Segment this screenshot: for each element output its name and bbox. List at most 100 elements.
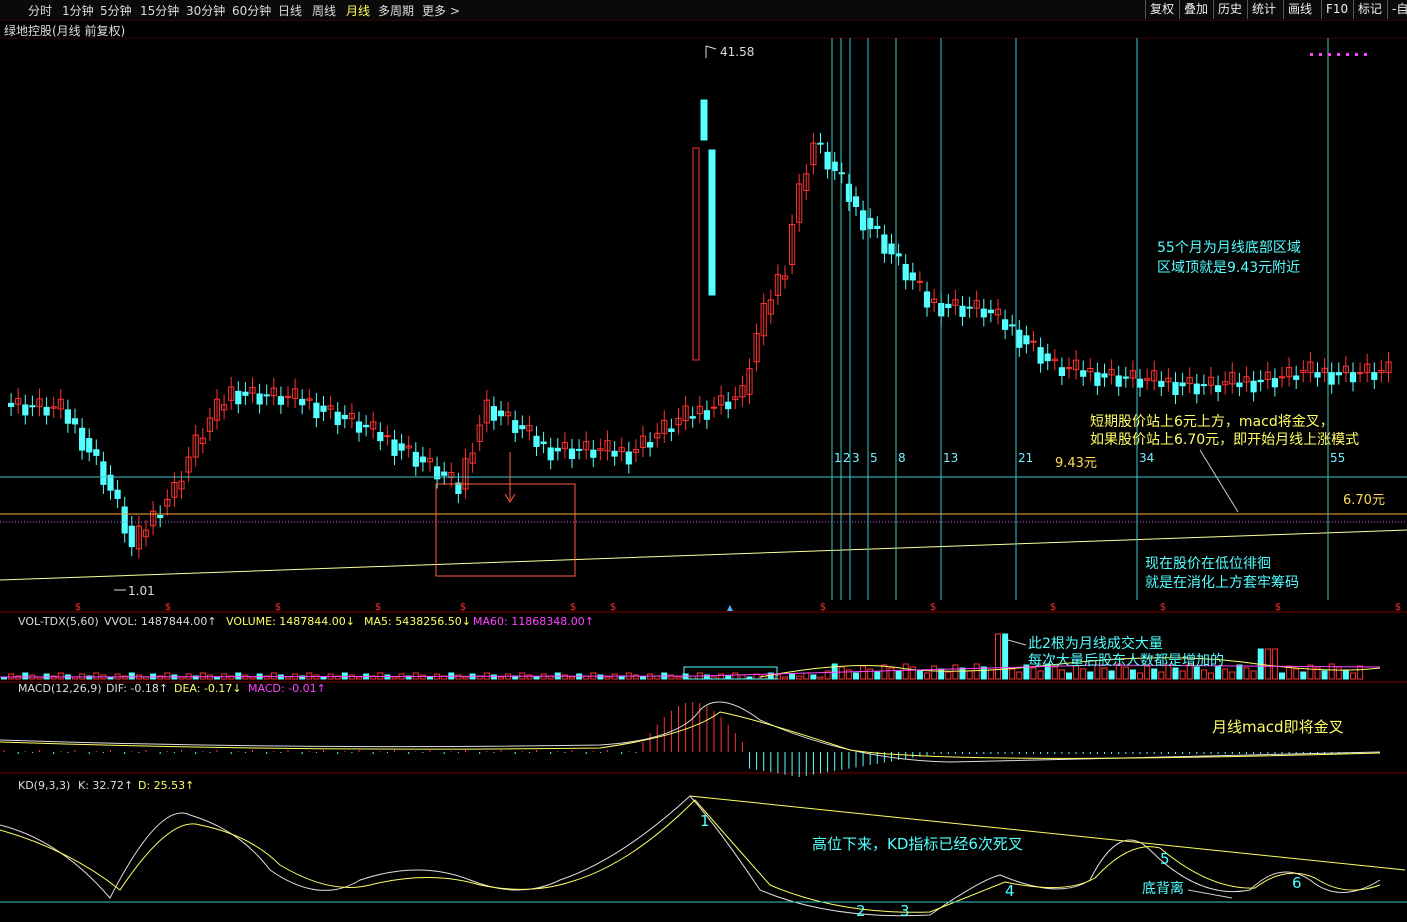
candle-body <box>1215 385 1222 393</box>
volume-bar <box>774 674 781 680</box>
candle-body <box>391 439 398 456</box>
candle-body <box>1293 375 1300 380</box>
kd-k-line <box>0 795 1381 917</box>
candle-body <box>341 414 348 420</box>
candle-body <box>519 425 526 430</box>
candle-body <box>256 393 263 405</box>
candle-body <box>299 398 306 406</box>
candle-body <box>987 309 994 314</box>
volume-bar <box>270 672 277 680</box>
candle-body <box>455 482 462 494</box>
volume-bar <box>561 674 568 680</box>
fib-label-1: 2 <box>843 451 851 465</box>
volume-bar <box>427 676 433 680</box>
volume-bar <box>1342 669 1349 680</box>
kd-trend-line <box>689 795 1406 871</box>
annotation-short-term-2: 如果股价站上6.70元，即开始月线上涨模式 <box>1090 432 1359 448</box>
candle-body <box>1371 372 1378 380</box>
annotation-volume-arrow <box>1007 639 1027 646</box>
candle-body <box>334 411 341 426</box>
volume-bar <box>1279 672 1285 680</box>
volume-bar <box>789 673 796 680</box>
candle-body <box>966 306 973 309</box>
volume-bar <box>959 667 966 680</box>
annotation-short-term-1: 短期股价站上6元上方，macd将金叉， <box>1090 414 1334 430</box>
volume-bar <box>838 666 845 680</box>
volume-bar <box>214 676 220 680</box>
volume-bar <box>987 669 994 680</box>
candle-body <box>703 410 710 420</box>
candle-body <box>1250 380 1257 393</box>
volume-bar <box>1229 671 1236 680</box>
volume-bar <box>1108 670 1115 680</box>
volume-bar <box>796 675 803 680</box>
volume-bar <box>817 676 824 680</box>
candle-body <box>79 427 86 451</box>
volume-bar <box>164 672 171 680</box>
vol-vvol: VVOL: 1487844.00↑ <box>104 615 217 628</box>
candle-body <box>817 142 824 145</box>
kd-cross-6: 6 <box>1292 874 1302 892</box>
volume-bar <box>462 676 469 680</box>
volume-bar <box>384 674 391 680</box>
volume-bar <box>1058 669 1065 680</box>
candle-body <box>384 435 391 438</box>
volume-bar <box>980 666 987 680</box>
candle-body <box>568 448 576 460</box>
volume-bar <box>973 663 980 680</box>
candle-body <box>107 474 114 491</box>
volume-bar <box>455 674 462 680</box>
candle-body <box>490 406 497 421</box>
volume-bar <box>916 669 923 680</box>
volume-bar <box>604 676 611 680</box>
candle-body <box>895 253 902 257</box>
annotation-low-1: 现在股价在低位徘徊 <box>1145 556 1271 572</box>
marker-dot <box>1346 53 1349 56</box>
dollar-marker-8: $ <box>930 602 936 613</box>
fib-label-0: 1 <box>834 451 842 465</box>
vol-volume: VOLUME: 1487844.00↓ <box>226 615 355 628</box>
candle-body <box>71 418 79 425</box>
price-high-label: 41.58 <box>720 45 754 59</box>
volume-bar <box>526 674 533 680</box>
candle-body <box>945 303 952 309</box>
volume-bar <box>640 676 646 680</box>
macd-dif: DIF: -0.18↑ <box>106 682 168 695</box>
candle-body <box>512 420 519 433</box>
macd-dif-line <box>0 701 1381 763</box>
fib-label-4: 8 <box>898 451 906 465</box>
marker-dot <box>1328 53 1331 56</box>
dollar-marker-11: $ <box>1275 602 1281 613</box>
marker-dot <box>1364 53 1367 56</box>
candle-body <box>554 447 561 452</box>
fib-label-7: 34 <box>1139 451 1154 465</box>
candle-body <box>157 515 164 519</box>
candle-body <box>1101 373 1108 378</box>
candle-body <box>1328 372 1335 385</box>
volume-bar <box>1030 667 1037 680</box>
candle-body <box>363 424 370 428</box>
marker-dot <box>1355 53 1358 56</box>
candle-body <box>263 394 270 397</box>
candle-body <box>540 441 547 445</box>
volume-bar <box>1300 671 1307 680</box>
candle-body <box>1122 376 1129 379</box>
volume-bar <box>1137 672 1143 680</box>
candle-body <box>398 443 405 451</box>
volume-bar <box>1172 667 1179 680</box>
volume-bar <box>597 674 604 680</box>
annotation-short-term-arrow <box>1199 449 1239 513</box>
candle-body <box>412 451 419 467</box>
volume-bar <box>867 668 874 680</box>
candle-body <box>888 243 895 255</box>
candle-body <box>313 402 320 419</box>
annotation-bottom-area-1: 55个月为月线底部区域 <box>1157 240 1301 256</box>
volume-bar <box>845 669 852 680</box>
candle-body <box>909 272 916 281</box>
candle-body <box>1257 379 1264 383</box>
volume-bar <box>902 663 909 680</box>
candle-body <box>860 210 867 231</box>
candle-body <box>533 435 540 447</box>
volume-bar <box>1066 672 1072 680</box>
candle-body <box>1236 382 1243 388</box>
